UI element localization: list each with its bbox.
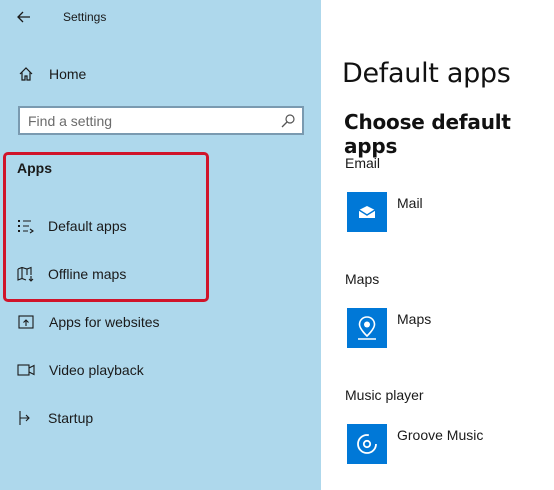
sidebar-item-label: Apps for websites: [49, 314, 160, 330]
sidebar-item-label: Offline maps: [48, 266, 127, 282]
sidebar-item-video-playback[interactable]: Video playback: [0, 350, 321, 390]
search-input[interactable]: [28, 112, 268, 130]
title-bar: Settings: [0, 0, 321, 36]
mail-icon: [347, 192, 387, 232]
default-app-music-player[interactable]: Groove Music: [321, 420, 554, 480]
home-icon: [16, 64, 36, 84]
search-icon: [281, 114, 295, 128]
category-label-maps: Maps: [345, 271, 380, 287]
category-label-email: Email: [345, 155, 381, 171]
sidebar-item-startup[interactable]: Startup: [0, 398, 321, 438]
video-playback-icon: [16, 360, 36, 380]
maps-icon: [347, 308, 387, 348]
sidebar-item-home[interactable]: Home: [0, 54, 321, 94]
default-app-email[interactable]: Mail: [321, 188, 554, 248]
sidebar-item-label: Video playback: [49, 362, 144, 378]
default-apps-icon: [16, 216, 36, 236]
startup-icon: [16, 408, 36, 428]
category-label-music-player: Music player: [345, 387, 424, 403]
sidebar-item-label: Startup: [48, 410, 94, 426]
offline-maps-icon: [16, 264, 36, 284]
window-title: Settings: [63, 10, 107, 24]
default-app-maps[interactable]: Maps: [321, 304, 554, 364]
app-name: Groove Music: [397, 427, 484, 443]
app-name: Maps: [397, 311, 432, 327]
section-header-apps: Apps: [17, 160, 52, 176]
page-title: Default apps: [342, 58, 511, 89]
sidebar-item-apps-for-websites[interactable]: Apps for websites: [0, 302, 321, 342]
apps-for-websites-icon: [16, 312, 36, 332]
main-content: Default apps Choose default apps Email M…: [321, 0, 554, 490]
sidebar-item-default-apps[interactable]: Default apps: [0, 206, 321, 246]
sidebar: Settings Home Apps: [0, 0, 321, 490]
section-title: Choose default apps: [344, 110, 511, 158]
sidebar-item-label: Home: [49, 66, 87, 82]
search-box[interactable]: [18, 106, 304, 135]
settings-window: Settings Home Apps: [0, 0, 554, 490]
app-name: Mail: [397, 195, 423, 211]
sidebar-item-label: Default apps: [48, 218, 127, 234]
back-arrow-icon: [17, 11, 30, 23]
sidebar-item-offline-maps[interactable]: Offline maps: [0, 254, 321, 294]
back-button[interactable]: [12, 6, 36, 28]
groove-music-icon: [347, 424, 387, 464]
